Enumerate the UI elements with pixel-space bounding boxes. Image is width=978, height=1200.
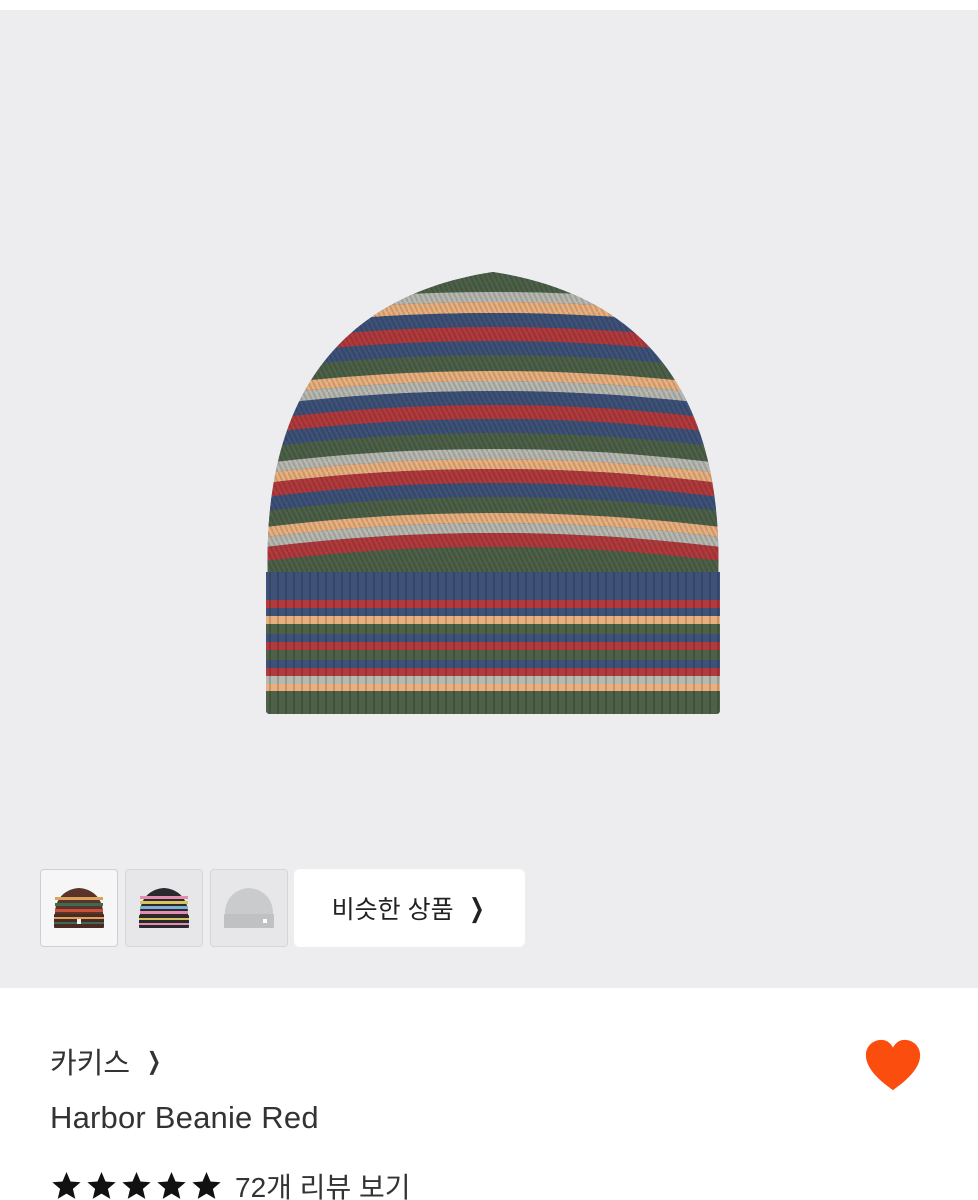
thumbnail-beanie-gray-icon [224, 888, 274, 928]
star-icon [157, 1172, 186, 1199]
star-icon [122, 1172, 151, 1199]
rating-stars [50, 1170, 223, 1200]
review-link[interactable]: 72개 리뷰 보기 [235, 1166, 411, 1200]
product-image-beanie[interactable] [258, 262, 728, 732]
chevron-right-icon: ❯ [147, 1047, 162, 1075]
product-title: Harbor Beanie Red [50, 1100, 319, 1135]
chevron-right-icon: ❯ [468, 892, 485, 923]
thumbnail-row [40, 869, 288, 947]
star-icon [192, 1172, 221, 1199]
star-icon [87, 1172, 116, 1199]
beanie-crown [267, 272, 719, 582]
thumbnail-beanie-brown-icon [54, 888, 104, 928]
top-divider [0, 0, 978, 10]
product-page: 비슷한 상품 ❯ 카키스 ❯ Harbor Beanie Red 72개 리뷰 … [0, 0, 978, 1200]
thumbnail-beanie-multicolor-icon [139, 888, 189, 928]
star-icon [52, 1172, 81, 1199]
beanie-cuff [266, 572, 720, 714]
brand-link[interactable]: 카키스 ❯ [50, 1040, 164, 1082]
rating-row: 72개 리뷰 보기 [50, 1166, 411, 1200]
similar-products-button[interactable]: 비슷한 상품 ❯ [294, 869, 525, 947]
heart-icon[interactable] [862, 1036, 924, 1098]
brand-name: 카키스 [50, 1048, 131, 1080]
thumbnail-2[interactable] [125, 869, 203, 947]
product-image-gallery: 비슷한 상품 ❯ [0, 0, 978, 988]
similar-products-label: 비슷한 상품 [331, 896, 454, 924]
thumbnail-1[interactable] [40, 869, 118, 947]
thumbnail-3[interactable] [210, 869, 288, 947]
